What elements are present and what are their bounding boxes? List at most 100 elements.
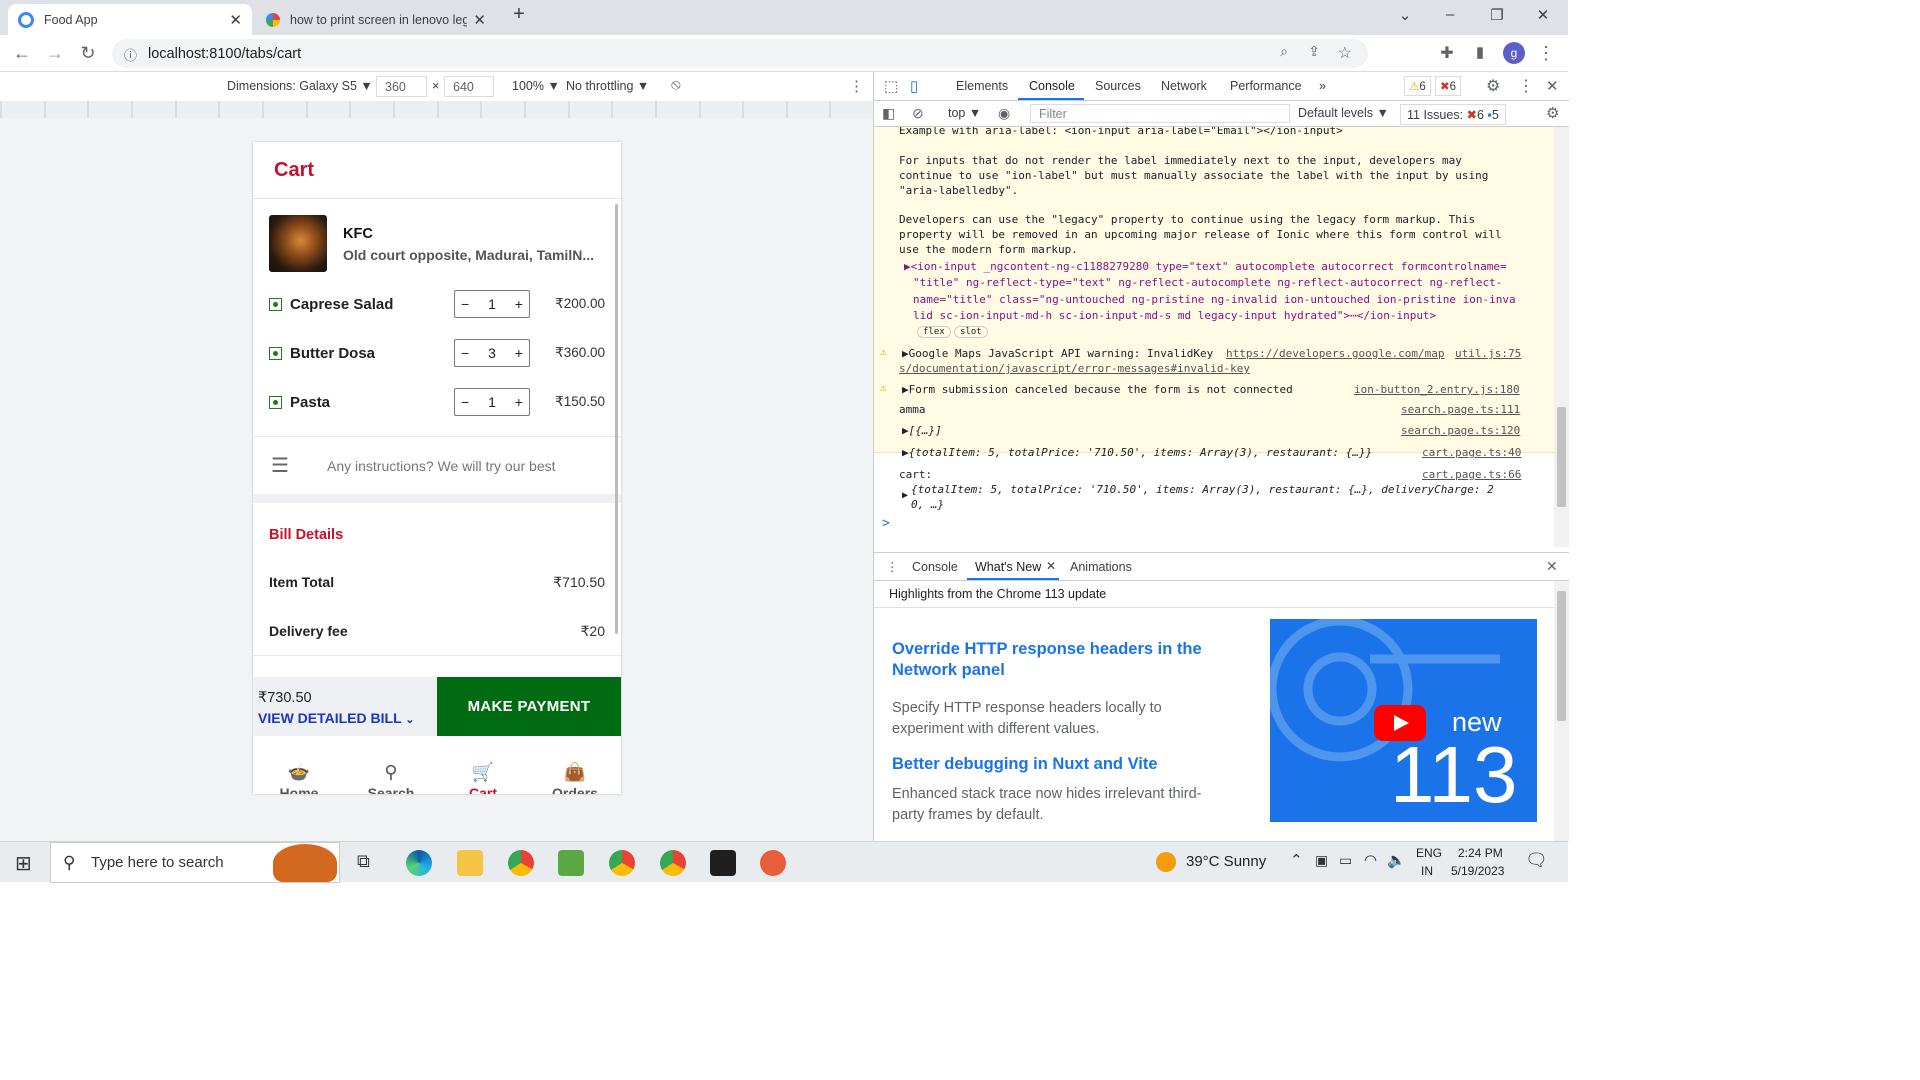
instructions-input[interactable]: Any instructions? We will try our best <box>327 458 556 474</box>
tab-search-chevron-icon[interactable]: ⌄ <box>1390 6 1420 24</box>
language-indicator[interactable]: ENG <box>1416 846 1442 860</box>
minus-icon[interactable]: − <box>461 345 469 361</box>
clock-date[interactable]: 5/19/2023 <box>1451 864 1504 878</box>
device-mode-icon[interactable]: ▯ <box>910 77 918 95</box>
plus-icon[interactable]: + <box>515 345 523 361</box>
back-icon[interactable]: ← <box>11 43 33 64</box>
zoom-icon[interactable]: ⌕ <box>1280 43 1288 60</box>
nav-cart[interactable]: 🛒 Cart <box>443 762 523 794</box>
log-source-link[interactable]: search.page.ts:111 <box>1401 403 1520 416</box>
scrollbar-thumb[interactable] <box>1557 591 1566 721</box>
device-more-icon[interactable]: ⋮ <box>849 77 864 95</box>
site-info-icon[interactable]: ⓘ <box>124 45 137 64</box>
app-icon[interactable] <box>760 850 786 876</box>
whats-new-video-thumbnail[interactable]: new 113 <box>1270 619 1537 822</box>
drawer-tab-console[interactable]: Console <box>912 560 958 574</box>
slot-badge[interactable]: slot <box>954 326 988 338</box>
context-select[interactable]: top ▼ <box>948 106 981 120</box>
taskbar-search-input[interactable]: ⚲ Type here to search <box>50 842 340 883</box>
console-prompt[interactable]: > <box>882 516 890 531</box>
feature-link[interactable]: Better debugging in Nuxt and Vite <box>892 755 1232 774</box>
tab-console[interactable]: Console <box>1029 79 1075 93</box>
profile-avatar[interactable]: g <box>1503 42 1525 64</box>
volume-icon[interactable]: 🔈 <box>1387 851 1406 869</box>
weather-text[interactable]: 39°C Sunny <box>1186 853 1266 870</box>
expand-arrow-icon[interactable]: ▶ <box>902 490 908 501</box>
forward-icon[interactable]: → <box>44 43 66 64</box>
chrome-profile-icon[interactable] <box>508 850 534 876</box>
scrollbar-thumb[interactable] <box>1557 407 1566 507</box>
more-tabs-icon[interactable]: » <box>1319 79 1326 93</box>
height-input[interactable]: 640 <box>444 76 494 97</box>
bookmark-star-icon[interactable]: ☆ <box>1338 43 1352 63</box>
media-query-ruler[interactable] <box>0 101 874 118</box>
live-expression-eye-icon[interactable]: ◉ <box>998 105 1010 122</box>
drawer-tab-whats-new[interactable]: What's New <box>975 560 1041 574</box>
minus-icon[interactable]: − <box>461 296 469 312</box>
app-icon[interactable] <box>558 850 584 876</box>
edge-icon[interactable] <box>406 850 432 876</box>
log-line[interactable]: ▶{totalItem: 5, totalPrice: '710.50', it… <box>902 446 1372 459</box>
log-link[interactable]: https://developers.google.com/map <box>1226 347 1445 360</box>
log-source-link[interactable]: util.js:75 <box>1455 347 1521 360</box>
throttling-select[interactable]: No throttling ▼ <box>566 79 649 93</box>
notifications-icon[interactable]: 🗨 <box>1525 850 1548 871</box>
log-line[interactable]: ▶[{…}] <box>902 424 942 437</box>
log-line[interactable]: ▶Google Maps JavaScript API warning: Inv… <box>902 347 1213 360</box>
tab-elements[interactable]: Elements <box>956 79 1008 93</box>
log-link[interactable]: s/documentation/javascript/error-message… <box>899 362 1250 375</box>
task-view-icon[interactable]: ⧉ <box>357 851 370 872</box>
log-source-link[interactable]: search.page.ts:120 <box>1401 424 1520 437</box>
close-tab-icon[interactable]: ✕ <box>473 11 486 29</box>
log-line[interactable]: ▶Form submission canceled because the fo… <box>902 383 1293 396</box>
error-count-badge[interactable]: ✖6 <box>1435 76 1462 96</box>
plus-icon[interactable]: + <box>515 296 523 312</box>
tab-performance[interactable]: Performance <box>1230 79 1302 93</box>
close-tab-icon[interactable]: ✕ <box>1046 559 1056 573</box>
issues-button[interactable]: 11 Issues: ✖6 ▪5 <box>1400 104 1506 125</box>
settings-gear-icon[interactable]: ⚙ <box>1486 76 1500 96</box>
scrollbar[interactable] <box>615 204 618 634</box>
console-settings-icon[interactable]: ⚙ <box>1546 104 1559 122</box>
close-devtools-icon[interactable]: ✕ <box>1546 77 1559 95</box>
drawer-scrollbar[interactable] <box>1554 581 1569 842</box>
rotate-icon[interactable]: ⦸ <box>671 76 681 93</box>
file-explorer-icon[interactable] <box>457 850 483 876</box>
inspect-icon[interactable]: ⬚ <box>884 77 898 95</box>
extensions-icon[interactable]: ✚ <box>1436 43 1458 63</box>
chrome-icon[interactable] <box>660 850 686 876</box>
flex-badge[interactable]: flex <box>917 326 951 338</box>
chrome-icon[interactable] <box>609 850 635 876</box>
browser-menu-icon[interactable]: ⋮ <box>1535 43 1557 64</box>
nav-orders[interactable]: 👜 Orders <box>535 762 615 794</box>
meet-now-icon[interactable]: ▣ <box>1315 852 1328 869</box>
maximize-icon[interactable]: ❐ <box>1482 6 1512 24</box>
dimensions-select[interactable]: Dimensions: Galaxy S5 ▼ <box>227 79 373 93</box>
share-icon[interactable]: ⇪ <box>1308 43 1320 60</box>
drawer-tab-animations[interactable]: Animations <box>1070 560 1132 574</box>
nav-search[interactable]: ⚲ Search <box>351 762 431 794</box>
new-tab-icon[interactable]: + <box>504 3 534 26</box>
minimize-icon[interactable]: – <box>1435 6 1465 23</box>
terminal-icon[interactable] <box>710 850 736 876</box>
console-filter-input[interactable]: Filter <box>1030 104 1290 123</box>
log-source-link[interactable]: cart.page.ts:66 <box>1422 468 1521 481</box>
minus-icon[interactable]: − <box>461 394 469 410</box>
drawer-menu-icon[interactable]: ⋮ <box>886 559 899 574</box>
clock-time[interactable]: 2:24 PM <box>1458 846 1503 860</box>
wifi-icon[interactable]: ◠ <box>1364 851 1377 869</box>
log-element-line[interactable]: ▶<ion-input _ngcontent-ng-c1188279280 ty… <box>904 260 1507 273</box>
weather-sun-icon[interactable] <box>1156 852 1176 872</box>
log-source-link[interactable]: ion-button_2.entry.js:180 <box>1354 383 1520 396</box>
make-payment-button[interactable]: MAKE PAYMENT <box>437 677 621 736</box>
close-drawer-icon[interactable]: ✕ <box>1546 558 1558 575</box>
reload-icon[interactable]: ↻ <box>77 43 99 64</box>
close-window-icon[interactable]: ✕ <box>1528 6 1558 24</box>
region-indicator[interactable]: IN <box>1421 864 1433 878</box>
devtools-menu-icon[interactable]: ⋮ <box>1518 76 1534 96</box>
battery-icon[interactable]: ▭ <box>1339 852 1352 869</box>
plus-icon[interactable]: + <box>515 394 523 410</box>
tab-sources[interactable]: Sources <box>1095 79 1141 93</box>
width-input[interactable]: 360 <box>376 76 427 97</box>
feature-link[interactable]: Override HTTP response headers in the Ne… <box>892 639 1232 681</box>
